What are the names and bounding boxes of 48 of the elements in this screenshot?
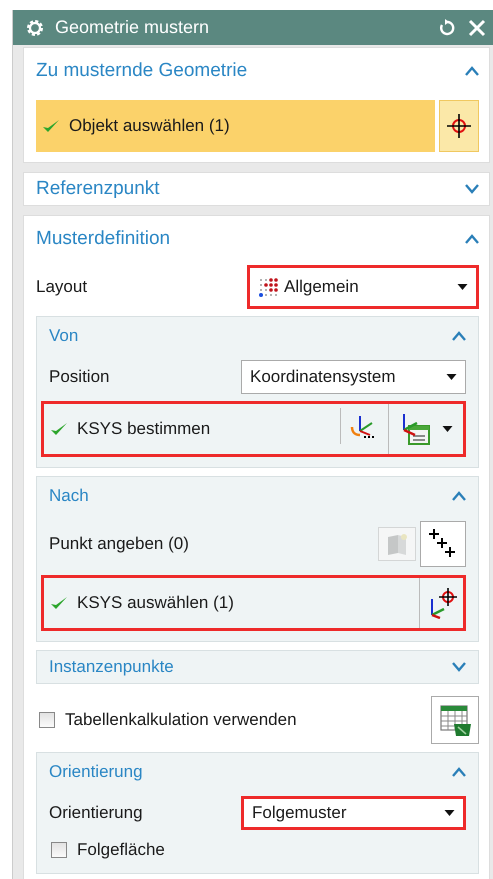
group-header[interactable]: Nach bbox=[37, 477, 466, 515]
section-header[interactable]: Musterdefinition bbox=[36, 216, 479, 262]
group-header[interactable]: Orientierung bbox=[37, 753, 466, 791]
checkbox[interactable] bbox=[39, 712, 55, 728]
settings-icon bbox=[25, 18, 45, 38]
close-button[interactable] bbox=[467, 18, 487, 38]
field-label: Layout bbox=[36, 277, 88, 297]
checkbox-label: Tabellenkalkulation verwenden bbox=[65, 710, 297, 730]
crosshair-icon bbox=[446, 113, 472, 139]
group-header[interactable]: Von bbox=[37, 317, 466, 355]
spreadsheet-icon bbox=[438, 703, 472, 737]
crosshair-button[interactable] bbox=[439, 100, 479, 152]
section-header[interactable]: Zu musternde Geometrie bbox=[36, 48, 479, 94]
caret-icon bbox=[457, 284, 468, 290]
checkbox[interactable] bbox=[51, 842, 67, 858]
collapse-icon bbox=[452, 491, 466, 501]
points-button[interactable] bbox=[420, 521, 466, 567]
checkbox-label: Folgefläche bbox=[77, 840, 165, 860]
selection-row[interactable]: KSYS bestimmen bbox=[41, 401, 466, 457]
expand-icon bbox=[452, 662, 466, 672]
selection-label: KSYS auswählen (1) bbox=[77, 593, 234, 613]
check-icon bbox=[50, 421, 68, 437]
field-label: Orientierung bbox=[49, 803, 143, 823]
group-header[interactable]: Instanzenpunkte bbox=[37, 651, 466, 683]
check-icon bbox=[42, 118, 60, 134]
caret-icon bbox=[446, 374, 457, 380]
collapse-icon bbox=[452, 767, 466, 777]
expand-icon bbox=[465, 184, 479, 194]
reset-button[interactable] bbox=[437, 18, 457, 38]
section-header[interactable]: Referenzpunkt bbox=[36, 173, 479, 205]
selection-label: KSYS bestimmen bbox=[77, 419, 210, 439]
caret-icon bbox=[444, 810, 455, 816]
dropdown[interactable]: Allgemein bbox=[247, 265, 479, 309]
window-title: Geometrie mustern bbox=[55, 17, 210, 38]
collapse-icon bbox=[465, 234, 479, 244]
selection-row[interactable]: KSYS auswählen (1) bbox=[41, 575, 466, 631]
field-label: Position bbox=[49, 367, 110, 387]
check-icon bbox=[50, 595, 68, 611]
collapse-icon bbox=[465, 66, 479, 76]
axes-dialog-button[interactable] bbox=[388, 404, 432, 454]
axes-icon bbox=[350, 413, 376, 439]
selection-label: Objekt auswählen (1) bbox=[69, 116, 230, 136]
field-label: Punkt angeben (0) bbox=[49, 534, 189, 554]
dot-grid-icon bbox=[258, 277, 278, 297]
collapse-icon bbox=[452, 331, 466, 341]
dropdown[interactable]: Koordinatensystem bbox=[241, 360, 466, 394]
spreadsheet-button[interactable] bbox=[431, 696, 479, 744]
dropdown[interactable]: Folgemuster bbox=[241, 796, 466, 830]
